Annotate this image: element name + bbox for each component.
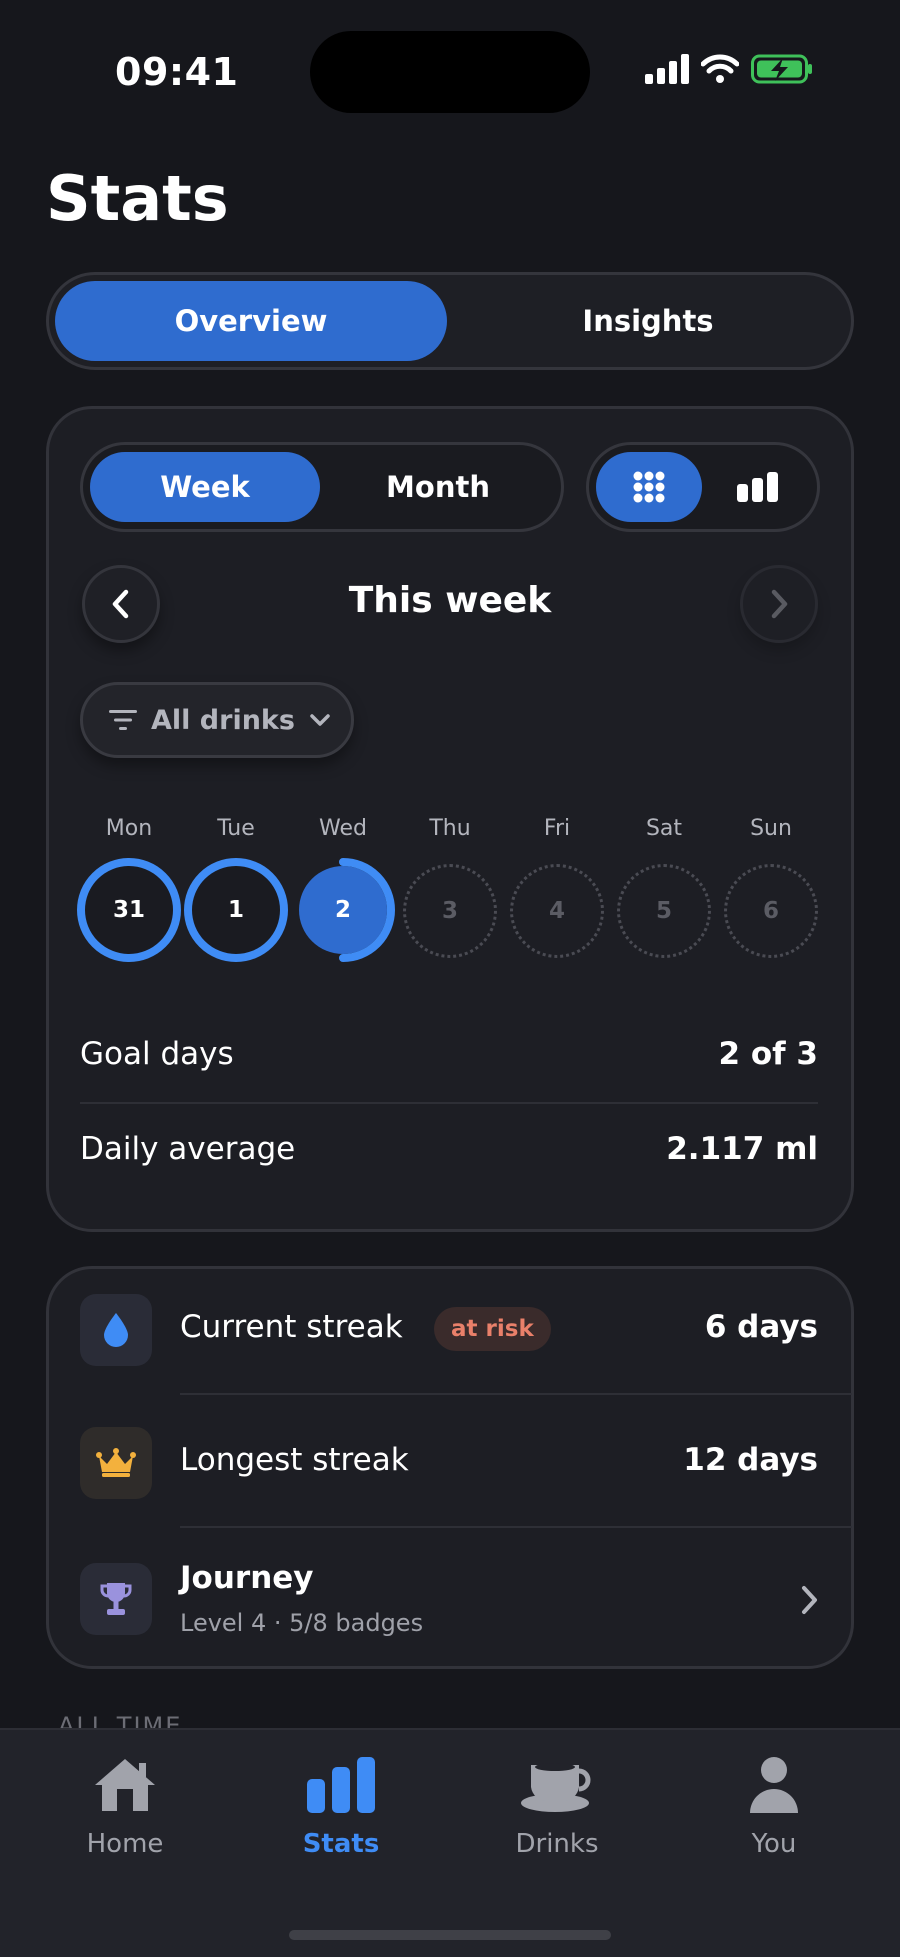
dynamic-island [310,31,590,113]
current-streak-value: 6 days [704,1309,818,1345]
view-toggle [586,442,820,532]
day-ring-wed[interactable]: 2 [291,858,395,962]
day-label-fri: Fri [543,816,571,841]
tab-label: Home [86,1829,164,1859]
grid-view-button[interactable] [596,452,702,522]
grid-icon [633,471,665,503]
period-toggle: Week Month [80,442,564,532]
period-month-button[interactable]: Month [323,452,553,522]
longest-streak-label: Longest streak [180,1442,409,1478]
day-ring-date: 2 [334,897,351,923]
day-label-sun: Sun [750,816,792,841]
tab-drinks[interactable]: Drinks [477,1755,637,1859]
day-label-thu: Thu [429,816,471,841]
period-week-button[interactable]: Week [90,452,320,522]
wifi-icon [701,54,739,83]
drop-icon-tile [80,1294,152,1366]
day-ring-thu[interactable]: 3 [403,864,497,958]
page-title: Stats [46,162,229,235]
chevron-right-icon [771,589,788,619]
daily-average-value: 2.117 ml [666,1131,818,1167]
trophy-icon [100,1583,132,1615]
at-risk-badge: at risk [434,1307,551,1351]
goal-days-value: 2 of 3 [718,1036,818,1072]
day-ring-mon[interactable]: 31 [77,858,181,962]
day-ring-sun[interactable]: 6 [724,864,818,958]
divider [80,1102,818,1104]
longest-streak-value: 12 days [683,1442,818,1478]
day-ring-fri[interactable]: 4 [510,864,604,958]
cellular-signal-icon [645,54,689,84]
period-label: This week [348,580,552,621]
drink-filter-dropdown[interactable]: All drinks [80,682,354,758]
chevron-right-icon [802,1586,817,1614]
tab-label: Stats [302,1829,380,1859]
filter-icon [109,710,137,730]
crown-icon [96,1448,136,1477]
journey-title: Journey [180,1560,314,1596]
home-icon [95,1759,155,1811]
journey-row[interactable] [46,1530,854,1666]
daily-average-label: Daily average [80,1131,296,1167]
tab-overview[interactable]: Overview [55,281,447,361]
status-icons [645,54,813,84]
goal-days-label: Goal days [80,1036,234,1072]
divider [180,1393,852,1395]
next-period-button[interactable] [740,565,818,643]
crown-icon-tile [80,1427,152,1499]
day-label-sat: Sat [645,816,683,841]
home-indicator [289,1930,611,1940]
day-ring-sat[interactable]: 5 [617,864,711,958]
main-tabs: Overview Insights [46,272,854,370]
day-label-wed: Wed [319,816,367,841]
tab-home[interactable]: Home [45,1755,205,1859]
tab-you[interactable]: You [694,1755,854,1859]
day-ring-tue[interactable]: 1 [184,858,288,962]
water-drop-icon [104,1313,128,1347]
filter-label: All drinks [151,704,295,736]
previous-period-button[interactable] [82,565,160,643]
journey-subtitle: Level 4 · 5/8 badges [180,1609,424,1637]
chart-view-button[interactable] [705,452,811,522]
tab-label: Drinks [515,1829,599,1859]
stats-icon [307,1757,375,1813]
status-time: 09:41 [115,50,239,94]
tab-label: You [751,1829,797,1859]
trophy-icon-tile [80,1563,152,1635]
tab-stats[interactable]: Stats [261,1755,421,1859]
current-streak-label: Current streak [180,1309,403,1345]
cup-icon [521,1763,591,1812]
chevron-left-icon [112,589,129,619]
chevron-down-icon [310,714,330,726]
day-label-mon: Mon [105,816,153,841]
day-label-tue: Tue [217,816,255,841]
bar-chart-icon [737,472,778,502]
divider [180,1526,852,1528]
tab-insights[interactable]: Insights [449,281,847,361]
person-icon [750,1757,798,1813]
battery-charging-icon [751,54,812,84]
